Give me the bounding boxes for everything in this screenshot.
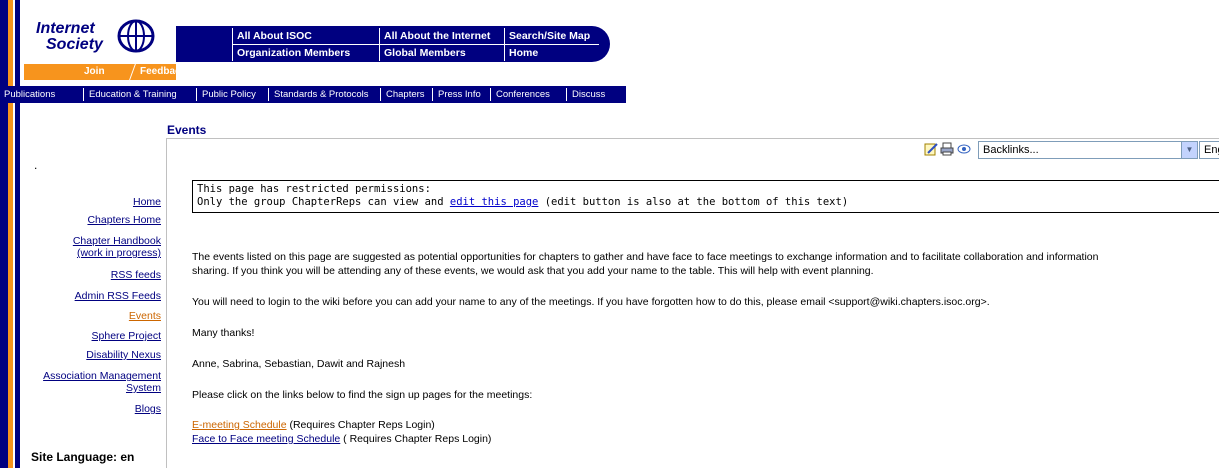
notice-line-2: Only the group ChapterReps can view and … (197, 196, 1219, 209)
view-icon[interactable] (957, 142, 971, 156)
sidebar-item-events[interactable]: Events (129, 311, 161, 322)
links-block: E-meeting Schedule (Requires Chapter Rep… (192, 418, 1219, 446)
intro-line-2: sharing. If you think you will be attend… (192, 265, 874, 277)
nav-standards-protocols[interactable]: Standards & Protocols (274, 89, 369, 100)
topnav-all-about-internet[interactable]: All About the Internet (379, 28, 504, 44)
nav-conferences[interactable]: Conferences (496, 89, 550, 100)
isoc-logo[interactable]: Internet Society (24, 14, 176, 68)
nav-publications[interactable]: Publications (4, 89, 55, 100)
globe-icon (117, 19, 155, 53)
join-separator (129, 64, 136, 80)
nav-separator (196, 88, 197, 101)
topnav-home[interactable]: Home (504, 45, 599, 61)
sidebar-item-association-management-system[interactable]: System (126, 383, 161, 394)
language-select-value: English (1204, 144, 1219, 156)
sidebar-item-chapters-home[interactable]: Chapters Home (87, 215, 161, 226)
backlinks-select-value: Backlinks... (983, 144, 1039, 156)
face-to-face-note: ( Requires Chapter Reps Login) (340, 433, 492, 445)
topnav-all-about-isoc[interactable]: All About ISOC (232, 28, 382, 44)
topnav-column-3: Search/Site Map Home (504, 28, 599, 61)
sidebar-item-blogs[interactable]: Blogs (135, 404, 161, 415)
e-meeting-schedule-link[interactable]: E-meeting Schedule (192, 419, 287, 431)
chevron-down-icon[interactable]: ▼ (1181, 142, 1197, 158)
face-to-face-row: Face to Face meeting Schedule ( Requires… (192, 432, 1219, 446)
intro-line-1: The events listed on this page are sugge… (192, 251, 1099, 263)
logo-text-society: Society (46, 36, 103, 53)
nav-separator (566, 88, 567, 101)
topnav-organization-members[interactable]: Organization Members (232, 45, 382, 61)
instructions-paragraph: Please click on the links below to find … (192, 389, 533, 401)
nav-separator (268, 88, 269, 101)
print-icon[interactable] (940, 142, 954, 156)
sidebar-item-rss-feeds[interactable]: RSS feeds (111, 270, 161, 281)
face-to-face-schedule-link[interactable]: Face to Face meeting Schedule (192, 433, 340, 445)
topnav-column-1: All About ISOC Organization Members (232, 28, 382, 61)
join-feedback-bar: Join Feedback (24, 64, 186, 80)
thanks-paragraph: Many thanks! (192, 327, 255, 339)
sidebar-item-sphere-project[interactable]: Sphere Project (92, 331, 161, 342)
sidebar-item-association-management[interactable]: Association Management (43, 371, 161, 382)
nav-public-policy[interactable]: Public Policy (202, 89, 256, 100)
topnav-global-members[interactable]: Global Members (379, 45, 504, 61)
site-language-label: Site Language: en (31, 450, 135, 464)
intro-paragraph: The events listed on this page are sugge… (192, 250, 1219, 278)
e-meeting-row: E-meeting Schedule (Requires Chapter Rep… (192, 418, 1219, 432)
nav-discuss[interactable]: Discuss (572, 89, 605, 100)
left-stripe-navy (0, 0, 8, 468)
sidebar-item-admin-rss-feeds[interactable]: Admin RSS Feeds (75, 291, 161, 302)
language-select[interactable]: English (1199, 141, 1219, 159)
sidebar-item-home[interactable]: Home (133, 197, 161, 208)
backlinks-select[interactable]: Backlinks... ▼ (978, 141, 1198, 159)
page-title: Events (167, 123, 207, 137)
feedback-link[interactable]: Feedback (140, 66, 186, 77)
sidebar-item-chapter-handbook-note[interactable]: (work in progress) (77, 248, 161, 259)
nav-chapters[interactable]: Chapters (386, 89, 425, 100)
login-paragraph: You will need to login to the wiki befor… (192, 296, 990, 308)
join-link[interactable]: Join (84, 66, 105, 77)
edit-icon[interactable] (924, 142, 938, 156)
notice-line-1: This page has restricted permissions: (197, 183, 431, 195)
nav-education-training[interactable]: Education & Training (89, 89, 177, 100)
nav-separator (380, 88, 381, 101)
top-navigation: All About ISOC Organization Members All … (176, 26, 610, 62)
notice-text-post: (edit button is also at the bottom of th… (538, 196, 849, 208)
edit-this-page-link[interactable]: edit this page (450, 196, 539, 208)
topnav-search-site-map[interactable]: Search/Site Map (504, 28, 599, 44)
nav-separator (432, 88, 433, 101)
sidebar-item-disability-nexus[interactable]: Disability Nexus (86, 350, 161, 361)
nav-separator (83, 88, 84, 101)
nav-press-info[interactable]: Press Info (438, 89, 481, 100)
sidebar-item-chapter-handbook[interactable]: Chapter Handbook (73, 236, 161, 247)
notice-text-pre: Only the group ChapterReps can view and (197, 196, 450, 208)
section-nav-bar: Publications Education & Training Public… (0, 86, 626, 103)
e-meeting-note: (Requires Chapter Reps Login) (286, 419, 435, 431)
permissions-notice: This page has restricted permissions: On… (192, 180, 1219, 213)
signature-paragraph: Anne, Sabrina, Sebastian, Dawit and Rajn… (192, 358, 406, 370)
nav-separator (490, 88, 491, 101)
sidebar-dot: . (34, 158, 38, 172)
topnav-column-2: All About the Internet Global Members (379, 28, 504, 61)
